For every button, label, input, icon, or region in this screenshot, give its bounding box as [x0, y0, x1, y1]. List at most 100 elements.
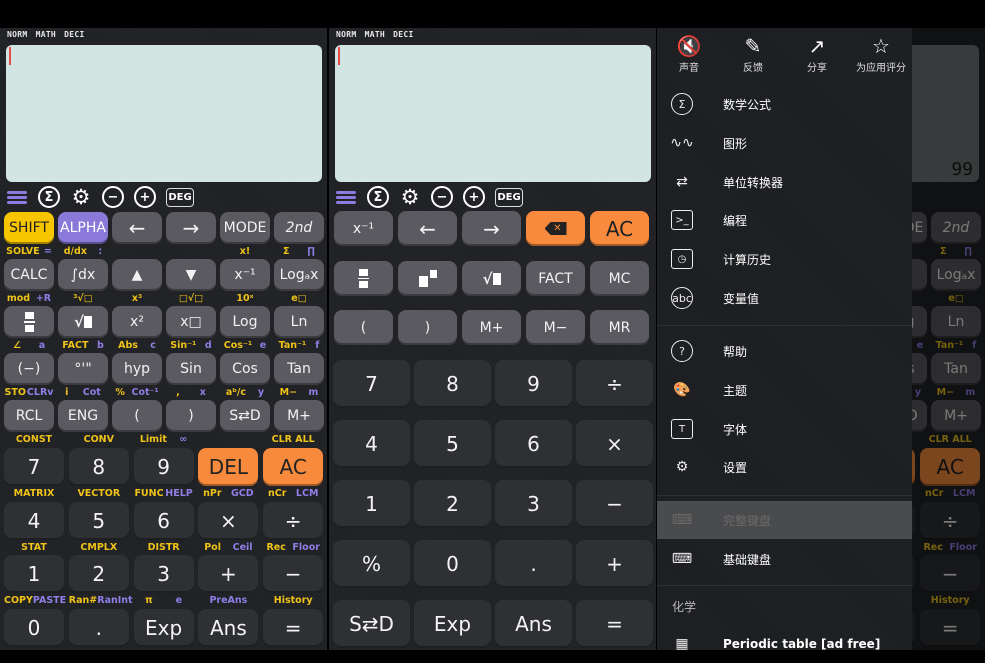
key---button[interactable]: = [263, 609, 324, 647]
key-alpha-button[interactable]: ALPHA [58, 212, 108, 244]
zoom-out-icon[interactable]: − [102, 186, 124, 208]
key-s-d-button[interactable]: S⇄D [333, 600, 410, 648]
fraction-button[interactable] [4, 306, 54, 338]
key-3-button[interactable]: 3 [133, 555, 194, 593]
key---button[interactable]: °'" [58, 353, 108, 385]
key-mr-button[interactable]: MR [590, 310, 649, 345]
key-1-button[interactable]: 1 [333, 480, 410, 528]
drawer-item[interactable]: ⇄ 单位转换器 [657, 163, 912, 201]
key---button[interactable]: (−) [4, 353, 54, 385]
key-m--button[interactable]: M− [526, 310, 585, 345]
key-shift-button[interactable]: SHIFT [4, 212, 54, 244]
key-tan-button[interactable]: Tan [274, 353, 324, 385]
key-log-button[interactable]: Log [220, 306, 270, 338]
key---button[interactable]: ( [334, 310, 393, 345]
key---button[interactable]: → [462, 211, 521, 246]
key-ans-button[interactable]: Ans [495, 600, 572, 648]
key---button[interactable]: . [495, 540, 572, 588]
key---button[interactable]: − [263, 555, 324, 593]
drawer-item[interactable]: ? 帮助 [657, 332, 912, 370]
key-x--button[interactable]: x⁻¹ [334, 211, 393, 246]
key-7-button[interactable]: 7 [333, 360, 410, 408]
key-cos-button[interactable]: Cos [220, 353, 270, 385]
zoom-in-icon[interactable]: + [463, 186, 485, 208]
angle-mode-deg-button[interactable]: DEG [495, 187, 523, 207]
key-calc-button[interactable]: CALC [4, 259, 54, 291]
key-sin-button[interactable]: Sin [166, 353, 216, 385]
key-m--button[interactable]: M+ [462, 310, 521, 345]
key-3-button[interactable]: 3 [495, 480, 572, 528]
drawer-item[interactable]: ⌨ 完整键盘 [657, 501, 912, 539]
sigma-formula-icon[interactable]: Σ [38, 186, 60, 208]
drawer-item[interactable]: ∿∿ 图形 [657, 124, 912, 162]
drawer-item-periodic-table[interactable]: ▦ Periodic table [ad free] [657, 625, 912, 663]
key---button[interactable]: ( [112, 400, 162, 432]
drawer-item[interactable]: ◷ 计算历史 [657, 240, 912, 278]
display-screen[interactable] [335, 45, 651, 182]
key---button[interactable]: ÷ [576, 360, 653, 408]
key-7-button[interactable]: 7 [4, 448, 64, 486]
key-rcl-button[interactable]: RCL [4, 400, 54, 432]
key-eng-button[interactable]: ENG [58, 400, 108, 432]
key-ac-button[interactable]: AC [590, 211, 649, 246]
key-8-button[interactable]: 8 [414, 360, 491, 408]
key---button[interactable]: + [198, 555, 259, 593]
key---button[interactable]: × [198, 502, 259, 540]
fraction-button[interactable] [334, 261, 393, 296]
drawer-item[interactable]: abc 变量值 [657, 279, 912, 317]
key-1-button[interactable]: 1 [4, 555, 64, 593]
key-x--button[interactable]: x□ [166, 306, 216, 338]
angle-mode-deg-button[interactable]: DEG [166, 187, 194, 207]
menu-icon[interactable] [6, 186, 28, 208]
key-5-button[interactable]: 5 [68, 502, 129, 540]
key---button[interactable]: % [333, 540, 410, 588]
key-4-button[interactable]: 4 [4, 502, 64, 540]
key-x--button[interactable]: x² [112, 306, 162, 338]
display-screen[interactable] [6, 45, 322, 182]
key--dx-button[interactable]: ∫dx [58, 259, 108, 291]
key---button[interactable]: ÷ [263, 502, 324, 540]
key-ac-button[interactable]: AC [263, 448, 324, 486]
drawer-action-feedback[interactable]: ✎ 反馈 [721, 33, 785, 74]
key-hyp-button[interactable]: hyp [112, 353, 162, 385]
key-2-button[interactable]: 2 [414, 480, 491, 528]
key---button[interactable]: = [576, 600, 653, 648]
key-0-button[interactable]: 0 [4, 609, 64, 647]
drawer-action-share[interactable]: ↗ 分享 [785, 33, 849, 74]
key-del-button[interactable]: DEL [198, 448, 259, 486]
key-m--button[interactable]: M+ [274, 400, 324, 432]
mixed-fraction-button[interactable] [398, 261, 457, 296]
key-mode-button[interactable]: MODE [220, 212, 270, 244]
drawer-item[interactable]: 🎨 主题 [657, 371, 912, 409]
key-9-button[interactable]: 9 [495, 360, 572, 408]
key-6-button[interactable]: 6 [495, 420, 572, 468]
zoom-out-icon[interactable]: − [431, 186, 453, 208]
key-8-button[interactable]: 8 [68, 448, 129, 486]
key-ans-button[interactable]: Ans [198, 609, 259, 647]
key---button[interactable]: → [166, 212, 216, 244]
key---button[interactable]: × [576, 420, 653, 468]
key-2nd-button[interactable]: 2nd [274, 212, 324, 244]
key---button[interactable]: . [68, 609, 129, 647]
sigma-formula-icon[interactable]: Σ [367, 186, 389, 208]
drawer-item[interactable]: Σ 数学公式 [657, 85, 912, 123]
key---button[interactable]: − [576, 480, 653, 528]
key-mc-button[interactable]: MC [590, 261, 649, 296]
drawer-item[interactable]: >_ 编程 [657, 201, 912, 239]
key-4-button[interactable]: 4 [333, 420, 410, 468]
key-2-button[interactable]: 2 [68, 555, 129, 593]
drawer-item[interactable]: ⚙ 设置 [657, 448, 912, 486]
drawer-item[interactable]: T 字体 [657, 410, 912, 448]
gear-icon[interactable]: ⚙ [70, 185, 92, 209]
key-9-button[interactable]: 9 [133, 448, 194, 486]
key-exp-button[interactable]: Exp [133, 609, 194, 647]
key-fact-button[interactable]: FACT [526, 261, 585, 296]
drawer-item[interactable]: ⌨ 基础键盘 [657, 540, 912, 578]
key---button[interactable]: + [576, 540, 653, 588]
key-s-d-button[interactable]: S⇄D [220, 400, 270, 432]
key-log-x-button[interactable]: Logₐx [274, 259, 324, 291]
key-exp-button[interactable]: Exp [414, 600, 491, 648]
key---button[interactable]: ▲ [112, 259, 162, 291]
sqrt-button[interactable]: √ [462, 261, 521, 296]
key---button[interactable]: ) [398, 310, 457, 345]
